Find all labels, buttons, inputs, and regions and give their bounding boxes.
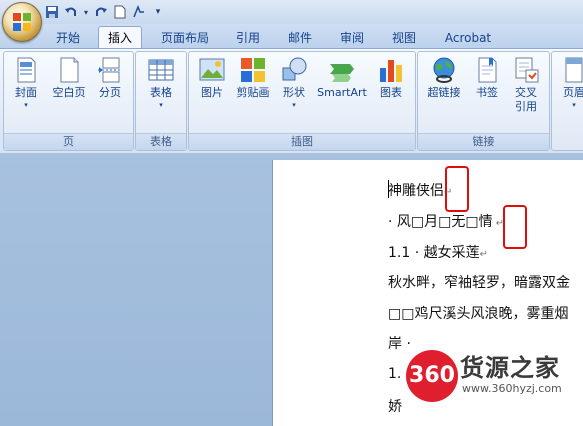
hyperlink-button[interactable]: 超链接 bbox=[422, 56, 466, 100]
shapes-icon bbox=[280, 56, 308, 84]
blank-page-icon bbox=[55, 56, 83, 84]
shapes-label: 形状 bbox=[283, 86, 305, 99]
cross-reference-label-2: 引用 bbox=[515, 100, 537, 113]
doc-line-2[interactable]: · 风□月□无□情 ↵ bbox=[388, 211, 504, 231]
table-label: 表格 bbox=[150, 86, 172, 99]
group-header-footer: 页眉 ▾ bbox=[551, 51, 583, 151]
cross-reference-label-1: 交叉 bbox=[515, 86, 537, 99]
group-label-links: 链接 bbox=[418, 133, 549, 150]
group-illustrations: 图片 剪贴画 形状 ▾ SmartArt 图表 插图 bbox=[188, 51, 416, 151]
customize-icon[interactable]: ▾ bbox=[150, 4, 166, 20]
save-icon[interactable] bbox=[44, 4, 60, 20]
chevron-down-icon: ▾ bbox=[24, 101, 28, 109]
picture-button[interactable]: 图片 bbox=[195, 56, 229, 100]
ribbon: 封面 ▾ 空白页 分页 页 表格 ▾ 表格 图片 剪贴画 形状 ▾ SmartA… bbox=[0, 48, 583, 154]
blank-page-label: 空白页 bbox=[52, 86, 86, 99]
picture-label: 图片 bbox=[201, 86, 223, 99]
chart-icon bbox=[377, 56, 405, 84]
cover-page-label: 封面 bbox=[15, 86, 37, 99]
text-cursor bbox=[388, 180, 389, 198]
format-icon[interactable] bbox=[131, 4, 147, 20]
group-label-pages: 页 bbox=[4, 133, 133, 150]
doc-line-3[interactable]: 1.1 · 越女采莲↵ bbox=[388, 242, 488, 262]
tab-review[interactable]: 审阅 bbox=[332, 28, 372, 48]
bookmark-button[interactable]: 书签 bbox=[470, 56, 504, 100]
highlight-box-2 bbox=[503, 205, 527, 249]
clip-art-icon bbox=[239, 56, 267, 84]
redo-icon[interactable] bbox=[93, 4, 109, 20]
group-links: 超链接 书签 交叉 引用 链接 bbox=[417, 51, 550, 151]
watermark-title: 货源之家 bbox=[460, 354, 560, 382]
clip-art-label: 剪贴画 bbox=[236, 86, 270, 99]
office-logo-icon bbox=[13, 13, 31, 31]
cover-page-button[interactable]: 封面 ▾ bbox=[8, 56, 44, 110]
page-break-icon bbox=[96, 56, 124, 84]
ribbon-tabs: 开始 插入 页面布局 引用 邮件 审阅 视图 Acrobat bbox=[0, 24, 583, 49]
group-label-tables: 表格 bbox=[136, 133, 186, 150]
smartart-button[interactable]: SmartArt bbox=[315, 56, 369, 100]
tab-mailings[interactable]: 邮件 bbox=[280, 28, 320, 48]
blank-page-button[interactable]: 空白页 bbox=[48, 56, 90, 100]
hyperlink-label: 超链接 bbox=[427, 86, 461, 99]
doc-line-7[interactable]: 1. bbox=[388, 366, 401, 382]
header-label: 页眉 bbox=[563, 86, 583, 99]
chart-label: 图表 bbox=[380, 86, 402, 99]
doc-line-5[interactable]: □□鸡尺溪头风浪晚，雾重烟 bbox=[388, 303, 568, 323]
group-label-illustrations: 插图 bbox=[189, 133, 415, 150]
new-doc-icon[interactable] bbox=[112, 4, 128, 20]
chevron-down-icon: ▾ bbox=[292, 101, 296, 109]
page-break-label: 分页 bbox=[99, 86, 121, 99]
bookmark-label: 书签 bbox=[476, 86, 498, 99]
smartart-label: SmartArt bbox=[317, 86, 367, 99]
group-tables: 表格 ▾ 表格 bbox=[135, 51, 187, 151]
header-icon bbox=[560, 56, 583, 84]
tab-view[interactable]: 视图 bbox=[384, 28, 424, 48]
chevron-down-icon: ▾ bbox=[159, 101, 163, 109]
header-button[interactable]: 页眉 ▾ bbox=[556, 56, 583, 110]
office-button[interactable] bbox=[2, 2, 42, 42]
bookmark-icon bbox=[473, 56, 501, 84]
tab-page-layout[interactable]: 页面布局 bbox=[154, 28, 216, 48]
picture-icon bbox=[198, 56, 226, 84]
tab-home[interactable]: 开始 bbox=[48, 28, 88, 48]
globe-icon bbox=[430, 56, 458, 84]
doc-line-4[interactable]: 秋水畔，窄袖轻罗，暗露双金 bbox=[388, 272, 570, 292]
watermark-url: www.360hyzj.com bbox=[462, 382, 562, 395]
tab-insert[interactable]: 插入 bbox=[98, 26, 142, 49]
cross-reference-button[interactable]: 交叉 引用 bbox=[508, 56, 544, 114]
quick-access-toolbar: ▾ ▾ bbox=[44, 3, 166, 21]
paragraph-mark-icon: ↵ bbox=[479, 249, 489, 260]
group-pages: 封面 ▾ 空白页 分页 页 bbox=[3, 51, 134, 151]
chevron-down-icon: ▾ bbox=[572, 101, 576, 109]
smartart-icon bbox=[328, 56, 356, 84]
highlight-box-1 bbox=[445, 166, 469, 212]
watermark: 360 货源之家 www.360hyzj.com bbox=[406, 342, 583, 412]
table-button[interactable]: 表格 ▾ bbox=[142, 56, 180, 110]
tab-references[interactable]: 引用 bbox=[228, 28, 268, 48]
undo-icon[interactable] bbox=[63, 4, 79, 20]
watermark-badge: 360 bbox=[406, 350, 458, 402]
tab-acrobat[interactable]: Acrobat bbox=[440, 28, 496, 48]
shapes-button[interactable]: 形状 ▾ bbox=[277, 56, 311, 110]
cover-page-icon bbox=[12, 56, 40, 84]
chart-button[interactable]: 图表 bbox=[373, 56, 409, 100]
doc-line-8[interactable]: 娇 bbox=[388, 396, 402, 416]
table-icon bbox=[147, 56, 175, 84]
page-break-button[interactable]: 分页 bbox=[92, 56, 128, 100]
undo-dropdown-icon[interactable]: ▾ bbox=[82, 4, 90, 20]
cross-reference-icon bbox=[512, 56, 540, 84]
clip-art-button[interactable]: 剪贴画 bbox=[233, 56, 273, 100]
doc-line-1[interactable]: 神雕侠侣↵ bbox=[388, 180, 452, 200]
